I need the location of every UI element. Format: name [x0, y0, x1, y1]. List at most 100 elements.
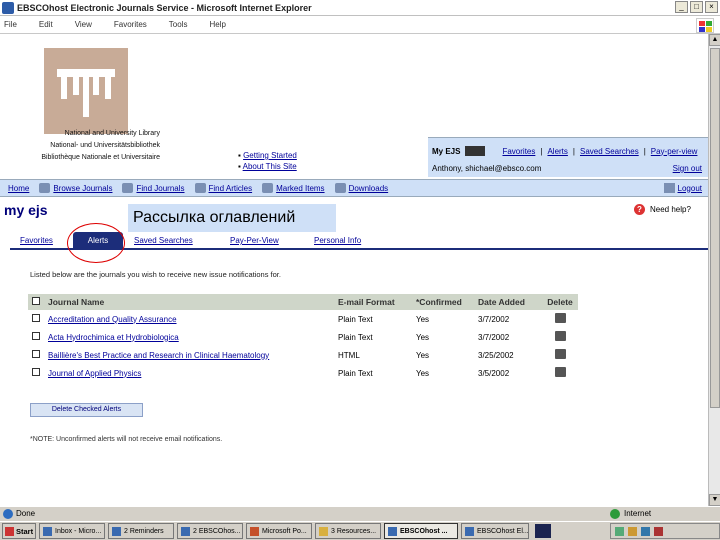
library-logo — [44, 48, 128, 134]
menu-favorites[interactable]: Favorites — [114, 20, 147, 29]
scroll-up-arrow-icon[interactable]: ▲ — [709, 34, 720, 46]
nav-find-journals[interactable]: Find Journals — [122, 183, 185, 193]
header-email-format[interactable]: E-mail Format — [338, 297, 416, 307]
menorah-icon — [57, 69, 115, 117]
menu-file[interactable]: File — [4, 20, 17, 29]
folder-task-icon — [319, 526, 328, 536]
vertical-scrollbar[interactable]: ▲ ▼ — [708, 34, 720, 506]
email-format: HTML — [338, 350, 360, 360]
saved-searches-link[interactable]: Saved Searches — [580, 147, 639, 156]
status-text: Done — [16, 509, 36, 518]
minimize-button[interactable]: _ — [675, 1, 688, 13]
library-name-fr: Bibliothèque Nationale et Universitaire — [41, 154, 160, 161]
start-button[interactable]: Start — [2, 523, 36, 539]
scroll-thumb[interactable] — [710, 48, 720, 408]
tray-security-icon[interactable] — [641, 526, 650, 536]
tab-saved-searches[interactable]: Saved Searches — [134, 232, 193, 248]
task-label: 3 Resources... — [331, 527, 377, 535]
windows-flag-icon — [5, 526, 14, 536]
getting-started-link[interactable]: Getting Started — [243, 151, 297, 160]
nav-downloads[interactable]: Downloads — [334, 183, 389, 193]
highlight-circle — [67, 223, 125, 263]
nav-marked-items[interactable]: Marked Items — [262, 183, 325, 193]
library-name-de: National- und Universitätsbibliothek — [50, 142, 160, 149]
journal-link[interactable]: Acta Hydrochimica et Hydrobiologica — [48, 333, 338, 342]
header-confirmed[interactable]: *Confirmed — [416, 297, 478, 307]
maximize-button[interactable]: □ — [690, 1, 703, 13]
menu-edit[interactable]: Edit — [39, 20, 53, 29]
security-zone: Internet — [610, 508, 651, 519]
task-ebscohost-active[interactable]: EBSCOhost ... — [384, 523, 458, 539]
signout-link[interactable]: Sign out — [673, 164, 702, 173]
nav-find-journals-label: Find Journals — [136, 183, 185, 193]
confirmed-status: Yes — [416, 314, 430, 324]
menu-view[interactable]: View — [75, 20, 92, 29]
journal-link[interactable]: Journal of Applied Physics — [48, 369, 338, 378]
tray-antivirus-icon[interactable] — [654, 526, 663, 536]
journal-link[interactable]: Accreditation and Quality Assurance — [48, 315, 338, 324]
command-prompt-icon[interactable] — [535, 524, 551, 538]
task-powerpoint[interactable]: Microsoft Po... — [246, 523, 312, 539]
window-titlebar: EBSCOhost Electronic Journals Service - … — [0, 0, 720, 16]
library-name-en: National and University Library — [64, 130, 160, 137]
nav-find-articles-label: Find Articles — [208, 183, 253, 193]
nav-logout[interactable]: Logout — [663, 183, 702, 193]
nav-bar: Home Browse Journals Find Journals Find … — [0, 179, 708, 197]
menu-bar: File Edit View Favorites Tools Help — [0, 16, 720, 34]
tab-pay-per-view[interactable]: Pay-Per-View — [230, 232, 279, 248]
about-site-link[interactable]: About This Site — [243, 162, 297, 171]
nav-home[interactable]: Home — [8, 184, 29, 193]
journal-link[interactable]: Baillière's Best Practice and Research i… — [48, 351, 338, 360]
nav-downloads-label: Downloads — [348, 183, 389, 193]
header-journal-name[interactable]: Journal Name — [48, 297, 338, 307]
task-ebscohost-el[interactable]: EBSCOhost El... — [461, 523, 529, 539]
tab-favorites[interactable]: Favorites — [20, 232, 53, 248]
task-resources[interactable]: 3 Resources... — [315, 523, 381, 539]
nav-browse-journals[interactable]: Browse Journals — [39, 183, 112, 193]
scroll-down-arrow-icon[interactable]: ▼ — [709, 494, 720, 506]
row-checkbox[interactable] — [32, 368, 40, 376]
task-ebscohost-1[interactable]: 2 EBSCOhos... — [177, 523, 243, 539]
tray-network-icon[interactable] — [615, 526, 624, 536]
date-added: 3/7/2002 — [478, 314, 510, 324]
need-help[interactable]: ? Need help? — [634, 204, 691, 215]
row-checkbox[interactable] — [32, 314, 40, 322]
task-label: Microsoft Po... — [262, 527, 307, 535]
alerts-link[interactable]: Alerts — [547, 147, 567, 156]
menu-help[interactable]: Help — [209, 20, 225, 29]
account-panel: My EJS Favorites | Alerts | Saved Search… — [428, 137, 708, 177]
select-all-checkbox[interactable] — [32, 297, 40, 305]
outlook-icon — [43, 526, 52, 536]
confirmed-status: Yes — [416, 350, 430, 360]
delete-icon[interactable] — [554, 367, 566, 377]
menu-tools[interactable]: Tools — [169, 20, 188, 29]
row-checkbox[interactable] — [32, 350, 40, 358]
search-journals-icon — [122, 183, 134, 193]
nav-home-label: Home — [8, 183, 30, 193]
close-button[interactable]: × — [705, 1, 718, 13]
delete-icon[interactable] — [554, 331, 566, 341]
nav-marked-label: Marked Items — [276, 183, 325, 193]
email-format: Plain Text — [338, 332, 373, 342]
table-row: Baillière's Best Practice and Research i… — [28, 346, 578, 364]
nav-find-articles[interactable]: Find Articles — [194, 183, 253, 193]
delete-checked-button[interactable]: Delete Checked Alerts — [30, 403, 143, 417]
task-label: EBSCOhost El... — [477, 527, 529, 535]
task-label: 2 Reminders — [124, 527, 164, 535]
task-inbox[interactable]: Inbox - Micro... — [39, 523, 105, 539]
help-icon: ? — [634, 204, 645, 215]
ie-task-icon — [181, 526, 190, 536]
row-checkbox[interactable] — [32, 332, 40, 340]
task-label: EBSCOhost ... — [400, 527, 448, 535]
window-title: EBSCOhost Electronic Journals Service - … — [17, 2, 312, 13]
pay-per-view-link[interactable]: Pay-per-view — [651, 147, 698, 156]
table-header: Journal Name E-mail Format *Confirmed Da… — [28, 294, 578, 310]
delete-icon[interactable] — [554, 349, 566, 359]
windows-logo-icon — [696, 18, 714, 33]
favorites-link[interactable]: Favorites — [502, 147, 535, 156]
tab-personal-info[interactable]: Personal Info — [314, 232, 361, 248]
tray-volume-icon[interactable] — [628, 526, 637, 536]
header-date-added[interactable]: Date Added — [478, 297, 542, 307]
delete-icon[interactable] — [554, 313, 566, 323]
task-reminders[interactable]: 2 Reminders — [108, 523, 174, 539]
